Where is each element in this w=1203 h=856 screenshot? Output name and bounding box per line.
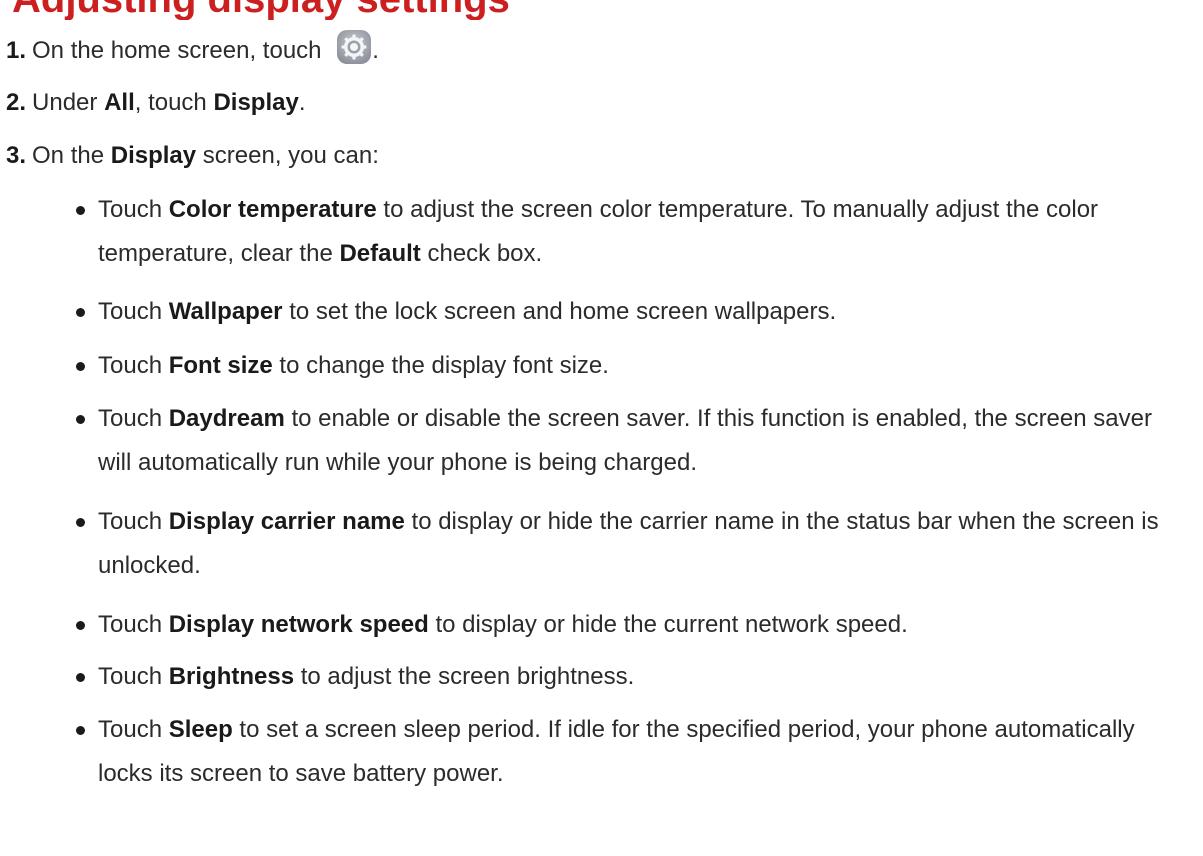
settings-icon — [337, 29, 372, 64]
item-bold: Font size — [168, 352, 273, 379]
item-text: Touch — [98, 716, 169, 743]
step-number: 1. — [6, 37, 27, 64]
step-bold: Display — [213, 89, 299, 116]
item-text: to change the display font size. — [272, 352, 609, 379]
list-item: Touch Wallpaper to set the lock screen a… — [76, 290, 1188, 334]
item-text: Touch — [98, 663, 169, 690]
item-text: to display or hide the current network s… — [428, 611, 908, 638]
item-bold: Wallpaper — [168, 298, 283, 325]
item-text: Touch — [98, 196, 169, 223]
item-bold: Brightness — [168, 663, 295, 690]
step-text: On the home screen, touch — [32, 37, 322, 64]
list-item: Touch Font size to change the display fo… — [76, 344, 1188, 388]
item-bold: Daydream — [168, 405, 285, 432]
item-bold: Default — [339, 240, 421, 267]
item-bold: Color temperature — [168, 196, 377, 223]
step-text-end: screen, you can: — [196, 142, 379, 169]
step-text: , touch — [134, 89, 214, 116]
list-item: Touch Display network speed to display o… — [76, 603, 1188, 647]
item-bold: Display carrier name — [168, 508, 405, 535]
list-item: Touch Sleep to set a screen sleep period… — [76, 708, 1188, 796]
step-1: 1. On the home screen, touch . — [6, 29, 379, 66]
item-text: to adjust the screen brightness. — [294, 663, 635, 690]
bullet-icon — [76, 362, 85, 371]
step-number: 2. — [6, 89, 27, 116]
item-text: Touch — [98, 352, 169, 379]
step-text-end: . — [372, 37, 379, 64]
bullet-icon — [76, 673, 85, 682]
list-item: Touch Brightness to adjust the screen br… — [76, 655, 1188, 699]
item-text: to set the lock screen and home screen w… — [282, 298, 837, 325]
bullet-icon — [76, 308, 85, 317]
item-text: check box. — [420, 240, 543, 267]
step-3: 3. On the Display screen, you can: — [6, 141, 379, 171]
step-text: Under — [32, 89, 105, 116]
list-item: Touch Display carrier name to display or… — [76, 500, 1188, 588]
page-heading: Adjusting display settings — [12, 0, 510, 20]
list-item: Touch Daydream to enable or disable the … — [76, 397, 1188, 485]
step-number: 3. — [6, 142, 27, 169]
heading-clip: Adjusting display settings — [0, 0, 1203, 20]
item-bold: Display network speed — [168, 611, 429, 638]
item-text: Touch — [98, 508, 169, 535]
list-item: Touch Color temperature to adjust the sc… — [76, 188, 1188, 276]
item-text: Touch — [98, 298, 169, 325]
item-text: Touch — [98, 405, 169, 432]
bullet-icon — [76, 621, 85, 630]
step-text-end: . — [298, 89, 306, 116]
item-bold: Sleep — [168, 716, 233, 743]
bullet-icon — [76, 206, 85, 215]
bullet-icon — [76, 415, 85, 424]
step-bold: All — [104, 89, 135, 116]
step-2: 2. Under All, touch Display. — [6, 88, 306, 118]
bullet-icon — [76, 726, 85, 735]
item-text: Touch — [98, 611, 169, 638]
step-bold: Display — [110, 142, 197, 169]
step-text: On the — [32, 142, 111, 169]
bullet-icon — [76, 518, 85, 527]
item-text: to set a screen sleep period. If idle fo… — [98, 716, 1135, 787]
